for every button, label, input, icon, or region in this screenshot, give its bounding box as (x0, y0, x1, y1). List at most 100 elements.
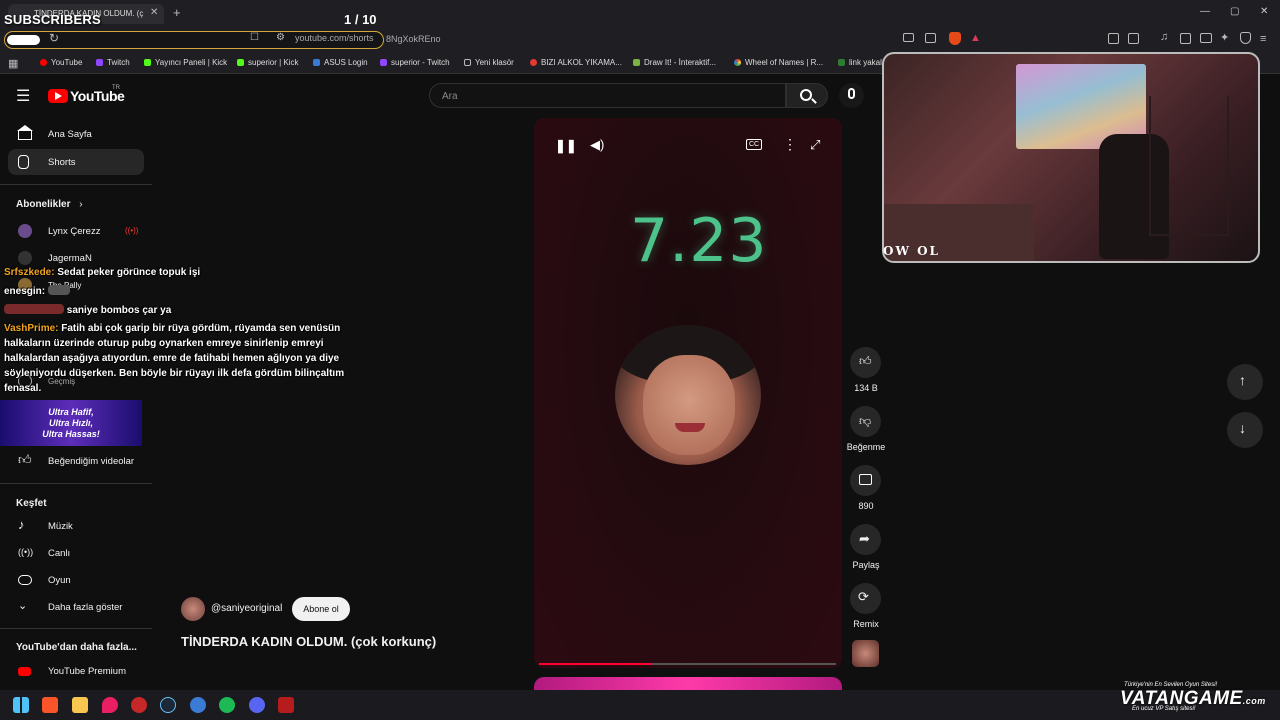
globe-icon[interactable] (190, 697, 206, 713)
site-icon (530, 59, 537, 66)
sidebar-item-label: Daha fazla göster (48, 602, 123, 613)
sidebar-item-label: Lynx Çerezz (48, 226, 101, 237)
music-icon: ♪ (18, 517, 25, 532)
sidebar-item-show-more[interactable]: ⌄ Daha fazla göster (8, 594, 144, 620)
comment-count: 890 (858, 501, 874, 511)
voice-search-button[interactable] (839, 83, 864, 108)
chat-username: VashPrime: (4, 323, 59, 334)
steam-icon[interactable] (160, 697, 176, 713)
bookmark-asus[interactable]: ASUS Login (313, 58, 368, 67)
maximize-icon[interactable]: ▢ (1230, 6, 1239, 17)
maps-pin-icon[interactable] (102, 697, 118, 713)
sidebar-item-label: YouTube Premium (48, 666, 126, 677)
channel-name[interactable]: @saniyeoriginal (211, 603, 282, 614)
sidebar-sub-lynx[interactable]: Lynx Çerezz ((•)) (8, 218, 144, 244)
more-options-icon[interactable]: ⋮ (783, 136, 797, 153)
bookmark-kick-panel[interactable]: Yayıncı Paneli | Kick (144, 58, 227, 67)
youtube-play-triangle-icon (55, 92, 62, 100)
dislike-button[interactable]: 👎︎ (850, 406, 881, 437)
bookmark-label: link yakala (849, 58, 887, 67)
toolbar-icons: ▲ ♫ ✦ ≡ (900, 28, 1280, 52)
next-short-button[interactable]: ↓ (1227, 412, 1263, 448)
app-icon[interactable] (278, 697, 294, 713)
file-explorer-icon[interactable] (72, 697, 88, 713)
minimize-icon[interactable]: — (1200, 6, 1210, 17)
bookmark-link[interactable]: link yakala (838, 58, 886, 67)
bookmark-label: YouTube (51, 58, 83, 67)
rewards-icon[interactable]: ▲ (970, 32, 981, 44)
bookmark-twitch[interactable]: Twitch (96, 58, 130, 67)
site-info-icon[interactable]: ⚙ (276, 32, 285, 43)
sidebar-item-liked[interactable]: 👍︎ Beğendiğim videolar (8, 448, 144, 474)
sidebar-item-live[interactable]: ((•)) Canlı (8, 540, 144, 566)
banner-line: Ultra Hassas! (42, 429, 100, 439)
sound-thumbnail[interactable] (852, 640, 879, 667)
bookmark-twitch-superior[interactable]: superior - Twitch (380, 58, 450, 67)
bookmark-icon[interactable]: ☐ (250, 32, 259, 43)
video-progress-bar[interactable] (539, 663, 836, 665)
reload-icon[interactable]: ↻ (49, 31, 59, 45)
wallet-icon[interactable] (1200, 33, 1212, 43)
sidebar-item-gaming[interactable]: Oyun (8, 567, 144, 593)
bookmark-wheel[interactable]: Wheel of Names | R... (734, 58, 823, 67)
previous-short-button[interactable]: ↑ (1227, 364, 1263, 400)
brave-shield-icon[interactable] (949, 32, 961, 45)
folder-icon (464, 59, 471, 66)
bookmark-label: Wheel of Names | R... (745, 58, 824, 67)
url-text[interactable]: youtube.com/shorts (295, 33, 374, 43)
fullscreen-icon[interactable]: ⤢ (810, 137, 820, 153)
media-icon[interactable]: ♫ (1160, 31, 1168, 43)
bookmark-folder[interactable]: Yeni klasör (464, 58, 514, 67)
windows-start-icon[interactable] (13, 697, 29, 713)
share-page-icon[interactable] (925, 33, 936, 43)
obs-icon[interactable] (131, 697, 147, 713)
face-shape (643, 355, 735, 455)
remix-button[interactable]: ⟳ (850, 583, 881, 614)
new-tab-icon[interactable]: + (173, 5, 181, 20)
leo-ai-icon[interactable]: ✦ (1220, 31, 1229, 44)
tab-close-icon[interactable]: ✕ (150, 7, 158, 18)
hamburger-menu-icon[interactable]: ☰ (16, 86, 30, 106)
subscriptions-heading-text: Abonelikler (16, 199, 71, 210)
spotify-icon[interactable] (219, 697, 235, 713)
country-code: TR (112, 85, 120, 91)
subscriptions-heading[interactable]: Abonelikler › (16, 199, 83, 210)
channel-avatar (18, 224, 32, 238)
sidebar-item-shorts[interactable]: Shorts (8, 149, 144, 175)
extensions-icon[interactable] (1108, 33, 1119, 44)
play-icon (838, 59, 845, 66)
volume-icon[interactable]: ◀) (590, 137, 604, 153)
menu-icon[interactable]: ≡ (1260, 33, 1266, 45)
sidebar-item-home[interactable]: Ana Sayfa (8, 121, 144, 147)
channel-avatar[interactable] (181, 597, 205, 621)
home-roof-icon (17, 125, 33, 131)
chat-username: enesgin: (4, 286, 46, 297)
url-tail: 8NgXokREno (386, 34, 441, 44)
window-close-icon[interactable]: ✕ (1260, 6, 1268, 17)
sidebar-item-music[interactable]: ♪ Müzik (8, 513, 144, 539)
bookmark-youtube[interactable]: YouTube (40, 58, 82, 67)
search-input[interactable]: Ara (429, 83, 786, 108)
emote-icon (4, 304, 64, 314)
cast-icon[interactable] (903, 33, 914, 42)
comments-button[interactable] (850, 465, 881, 496)
search-button[interactable] (786, 83, 828, 108)
vpn-icon[interactable] (1240, 32, 1251, 44)
brave-browser-icon[interactable] (42, 697, 58, 713)
captions-icon[interactable]: CC (746, 139, 763, 150)
pause-icon[interactable]: ❚❚ (555, 138, 577, 154)
bookmark-alkol[interactable]: BIZI ALKOL YIKAMA... (530, 58, 622, 67)
next-short-preview[interactable] (534, 677, 842, 691)
share-button[interactable]: ➦ (850, 524, 881, 555)
mic-icon (848, 88, 855, 99)
screenshot-icon[interactable] (1128, 33, 1139, 44)
sidebar-toggle-icon[interactable] (1180, 33, 1191, 44)
bookmark-kick-superior[interactable]: superior | Kick (237, 58, 299, 67)
bookmark-drawit[interactable]: Draw It! - İnteraktif... (633, 58, 716, 67)
subscribe-button[interactable]: Abone ol (292, 597, 350, 621)
discord-icon[interactable] (249, 697, 265, 713)
apps-icon[interactable]: ▦ (8, 57, 18, 70)
webcam-label: OW OL (883, 244, 940, 258)
like-button[interactable]: 👍︎ (850, 347, 881, 378)
sidebar-item-premium[interactable]: YouTube Premium (8, 658, 144, 684)
